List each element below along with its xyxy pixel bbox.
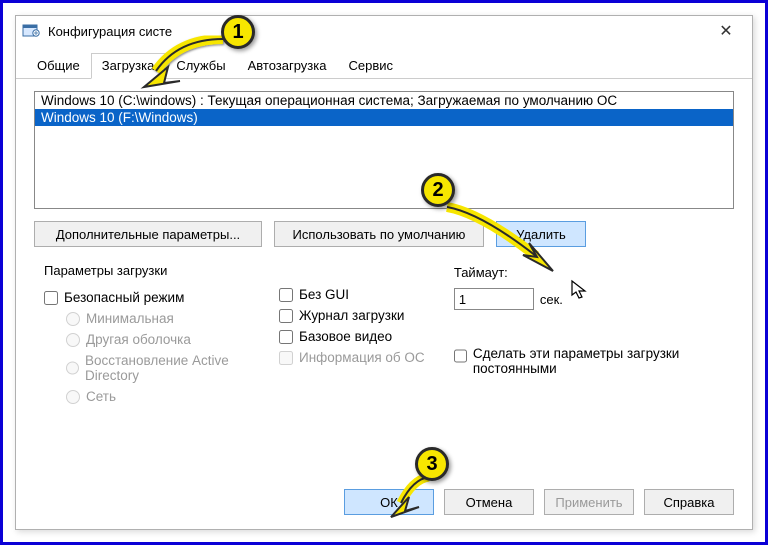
boot-entry[interactable]: Windows 10 (F:\Windows)	[35, 109, 733, 126]
window-title: Конфигурация систе	[48, 24, 706, 39]
apply-button: Применить	[544, 489, 634, 515]
os-info-checkbox: Информация об ОС	[279, 350, 434, 365]
boot-entry[interactable]: Windows 10 (C:\windows) : Текущая операц…	[35, 92, 733, 109]
msconfig-window: Конфигурация систе ✕ Общие Загрузка Служ…	[15, 15, 753, 530]
tab-startup[interactable]: Автозагрузка	[237, 53, 338, 79]
annotation-badge-1: 1	[221, 15, 255, 49]
base-video-checkbox[interactable]: Базовое видео	[279, 329, 434, 344]
boot-options-group: Параметры загрузки Безопасный режим Мини…	[34, 259, 734, 414]
tab-boot[interactable]: Загрузка	[91, 53, 166, 79]
no-gui-checkbox[interactable]: Без GUI	[279, 287, 434, 302]
titlebar: Конфигурация систе ✕	[16, 16, 752, 46]
set-default-button[interactable]: Использовать по умолчанию	[274, 221, 484, 247]
tab-services[interactable]: Службы	[165, 53, 236, 79]
ok-button[interactable]: ОК	[344, 489, 434, 515]
close-button[interactable]: ✕	[706, 21, 746, 41]
tab-tools[interactable]: Сервис	[337, 53, 404, 79]
advanced-options-button[interactable]: Дополнительные параметры...	[34, 221, 262, 247]
cancel-button[interactable]: Отмена	[444, 489, 534, 515]
network-radio: Сеть	[66, 389, 259, 404]
tab-strip: Общие Загрузка Службы Автозагрузка Серви…	[16, 46, 752, 79]
timeout-unit: сек.	[540, 292, 563, 307]
boot-log-checkbox[interactable]: Журнал загрузки	[279, 308, 434, 323]
annotation-badge-3: 3	[415, 447, 449, 481]
permanent-checkbox[interactable]: Сделать эти параметры загрузки постоянны…	[454, 346, 724, 376]
tab-general[interactable]: Общие	[26, 53, 91, 79]
timeout-label: Таймаут:	[454, 265, 724, 280]
help-button[interactable]: Справка	[644, 489, 734, 515]
timeout-input[interactable]	[454, 288, 534, 310]
annotation-badge-2: 2	[421, 173, 455, 207]
safe-boot-checkbox[interactable]: Безопасный режим	[44, 290, 259, 305]
dsrepair-radio: Восстановление Active Directory	[66, 353, 259, 383]
delete-button[interactable]: Удалить	[496, 221, 586, 247]
app-icon	[22, 22, 40, 40]
group-label: Параметры загрузки	[44, 263, 259, 282]
boot-entries-list[interactable]: Windows 10 (C:\windows) : Текущая операц…	[34, 91, 734, 209]
altshell-radio: Другая оболочка	[66, 332, 259, 347]
minimal-radio: Минимальная	[66, 311, 259, 326]
